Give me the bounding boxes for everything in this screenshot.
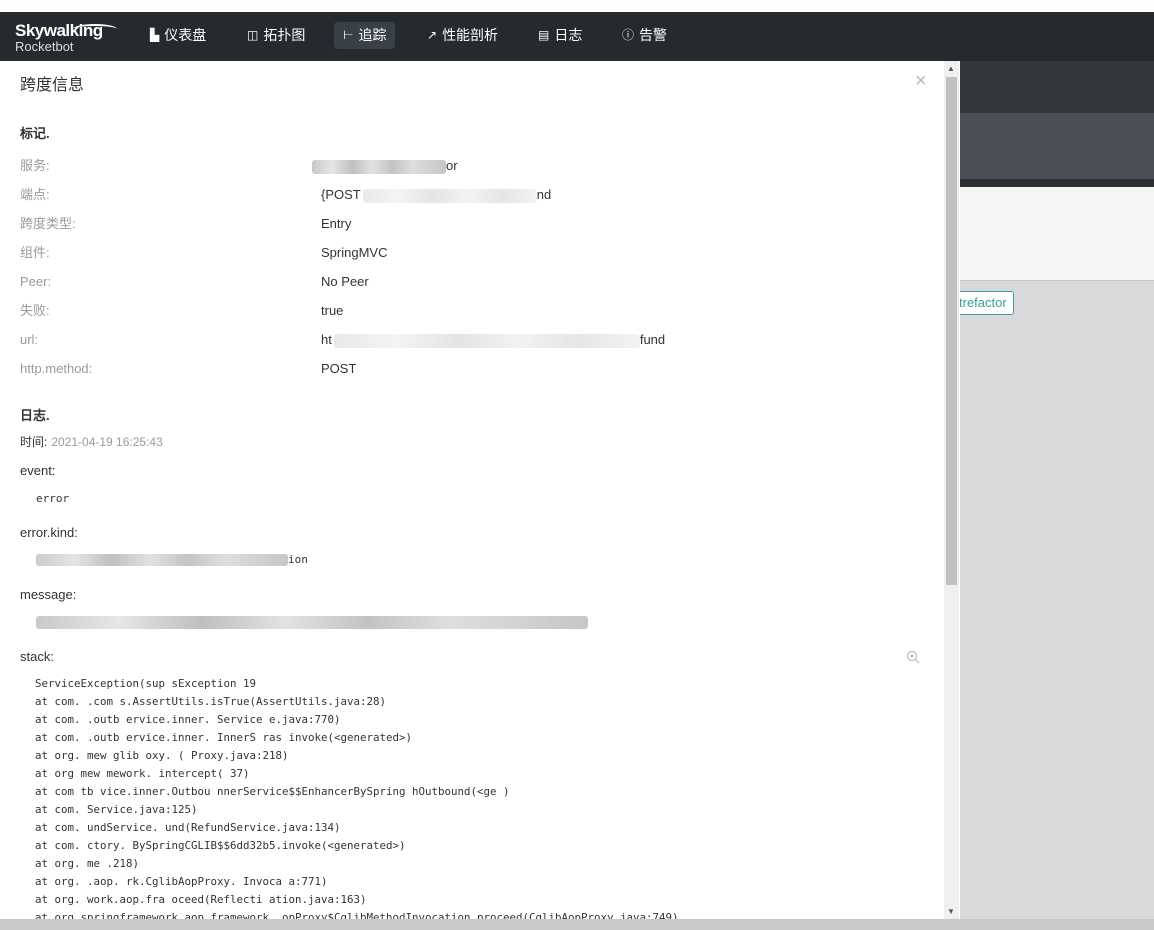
nav-alarm[interactable]: ⓘ 告警 [613,22,676,49]
nav-label: 日志 [554,27,583,43]
tag-key: Peer: [20,274,52,289]
error-kind-suffix: ion [288,553,308,566]
log-error-kind-value: ion [36,553,308,566]
tag-key: 失败: [20,303,50,318]
nav-label: 仪表盘 [164,27,207,43]
scroll-down-icon[interactable]: ▼ [947,907,955,916]
profile-icon: ↗ [427,28,438,42]
log-event-value: error [36,492,70,505]
stack-line: at com. .outb ervice.inner. InnerS ras i… [35,731,413,744]
stack-line: at com. undService. und(RefundService.ja… [35,821,341,834]
background-panel [960,61,1154,921]
nav-topology[interactable]: ◫ 拓扑图 [238,22,314,49]
nav-dashboard[interactable]: ▙ 仪表盘 [141,22,215,49]
tag-value-suffix: nd [536,187,552,202]
stack-line: at com. .outb ervice.inner. Service e.ja… [35,713,341,726]
redacted-text [333,333,640,348]
log-message-label: message: [20,587,77,602]
nav-trace[interactable]: ⊢ 追踪 [334,22,396,49]
nav-label: 追踪 [358,27,387,43]
tag-key: 服务: [20,158,50,173]
nav-label: 拓扑图 [263,27,306,43]
scroll-up-icon[interactable]: ▲ [947,64,955,73]
redacted-text [312,159,446,174]
redacted-text [362,188,537,203]
tag-key: url: [20,332,39,347]
window-top-strip [0,0,1154,12]
tag-value: SpringMVC [321,245,388,260]
tag-value: ht fund [321,330,665,350]
nav-label: 性能剖析 [442,27,499,43]
stack-line: at org. .aop. rk.CglibAopProxy. Invoca a… [35,875,328,888]
tag-value-suffix: fund [639,332,666,347]
stack-line: at com tb vice.inner.Outbou nnerService$… [35,785,510,798]
bg-band-line [960,179,1154,187]
topology-icon: ◫ [247,28,259,42]
dashboard-icon: ▙ [150,28,160,42]
logo-swoosh [73,24,117,34]
logs-icon: ▤ [538,28,550,42]
modal-title: 跨度信息 [20,77,85,94]
window-bottom-bar [0,919,1154,930]
stack-line: at org. work.aop.fra oceed(Reflecti atio… [35,893,367,906]
stack-trace: ServiceException(sup sException 19 at co… [35,675,930,919]
stack-line: at org.springframework.aop.framework. op… [35,911,679,919]
tag-value: Entry [321,216,352,231]
tags-section-title: 标记. [20,126,50,141]
tag-value-prefix: {POST [321,187,361,202]
nav-label: 告警 [639,27,668,43]
stack-line: at com. ctory. BySpringCGLIB$$6dd32b5.in… [35,839,406,852]
redacted-text [36,615,588,629]
close-icon[interactable]: × [915,70,927,93]
logo-sub: Rocketbot [15,39,74,54]
redacted-text [36,554,288,566]
scrollbar-thumb[interactable] [946,77,957,585]
tag-value-prefix: ht [321,332,332,347]
log-message-value [36,615,588,629]
tag-value: {POST nd [321,185,551,205]
nav-profile[interactable]: ↗ 性能剖析 [418,22,507,49]
alarm-icon: ⓘ [622,28,635,42]
log-error-kind-label: error.kind: [20,525,78,540]
stack-line: at com. Service.java:125) [35,803,198,816]
tag-value: POST [321,361,357,376]
bg-band-mid [960,113,1154,179]
tag-key: 跨度类型: [20,216,76,231]
log-time: 时间: 2021-04-19 16:25:43 [20,433,163,450]
span-info-modal: 跨度信息 × 标记. 服务: or 端点: {POST nd 跨度类型: Entr… [0,61,960,919]
stack-line: at org mew mework. intercept( 37) [35,767,250,780]
stack-line: at com. .com s.AssertUtils.isTrue(Assert… [35,695,387,708]
tag-key: http.method: [20,361,93,376]
tag-key: 端点: [20,187,50,202]
nav-logs[interactable]: ▤ 日志 [529,22,591,49]
stack-line: at org. me .218) [35,857,140,870]
bg-band-dark [960,61,1154,113]
top-navbar: Skywalking Rocketbot ▙ 仪表盘 ◫ 拓扑图 ⊢ 追踪 ↗ … [0,12,1154,61]
log-time-value: 2021-04-19 16:25:43 [51,435,163,449]
log-stack-label: stack: [20,649,54,664]
tag-value: or [312,156,458,176]
tag-value: true [321,303,344,318]
trace-icon: ⊢ [343,28,354,42]
tag-value-suffix: or [446,158,458,173]
modal-scrollbar[interactable]: ▲ ▼ [944,61,959,919]
logo[interactable]: Skywalking Rocketbot [15,22,117,54]
bg-band-light [960,187,1154,281]
stack-line: ServiceException(sup sException 19 [35,677,257,690]
logs-section-title: 日志. [20,408,50,423]
tag-key: 组件: [20,245,50,260]
tag-value: No Peer [321,274,369,289]
log-time-label: 时间: [20,435,48,449]
stack-line: at org. mew glib oxy. ( Proxy.java:218) [35,749,289,762]
zoom-in-icon[interactable] [906,650,920,664]
log-event-label: event: [20,463,56,478]
